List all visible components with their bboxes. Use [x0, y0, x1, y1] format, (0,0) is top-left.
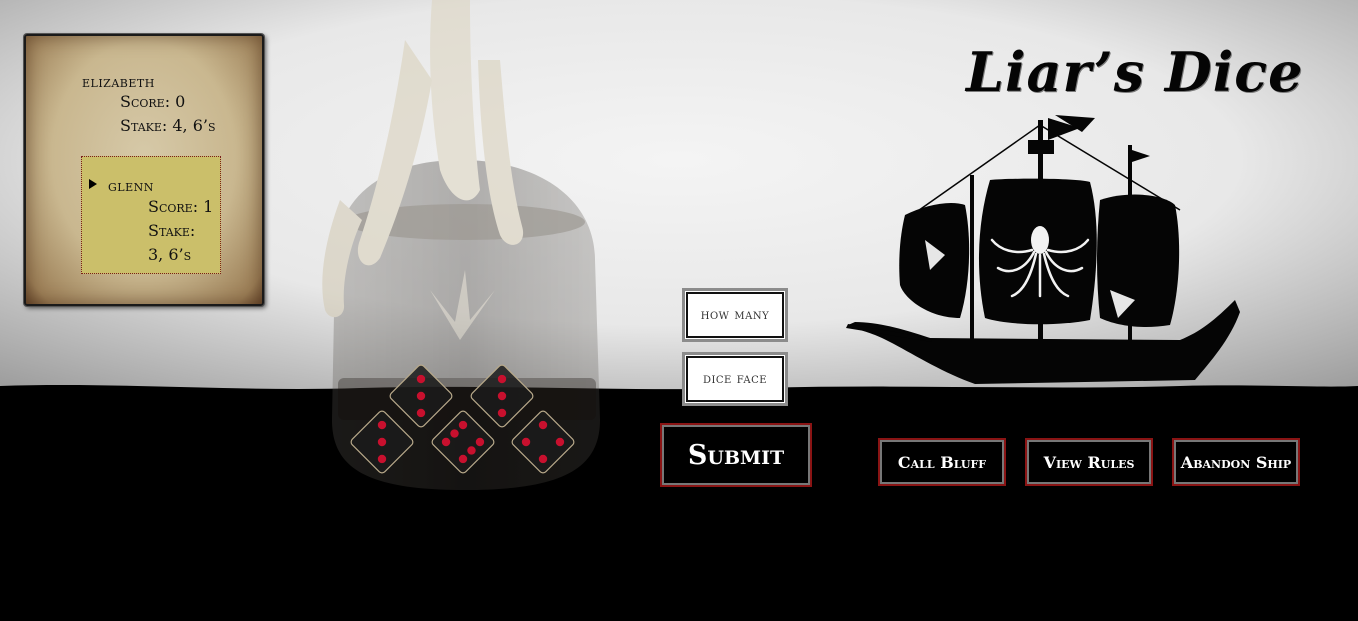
- player-name: elizabeth: [82, 73, 155, 91]
- player-entry-active: glenn Score: 1 Stake: 3, 6’s: [81, 156, 221, 274]
- call-bluff-button[interactable]: Call Bluff: [878, 438, 1006, 486]
- how-many-input[interactable]: [682, 288, 788, 342]
- player-name: glenn: [108, 177, 154, 195]
- player-score: Score: 0: [120, 92, 186, 111]
- player-stake: Stake: 4, 6’s: [120, 114, 216, 138]
- player-stake-label: Stake:: [120, 116, 168, 135]
- turn-arrow-icon: [89, 179, 97, 189]
- dice-face-input[interactable]: [682, 352, 788, 406]
- player-score: Score: 1: [148, 197, 214, 216]
- sea: [0, 385, 1358, 621]
- submit-button[interactable]: Submit: [660, 423, 812, 487]
- player-entry: elizabeth Score: 0 Stake: 4, 6’s: [82, 74, 216, 138]
- game-title: Liar’s Dice: [966, 40, 1304, 104]
- scoreboard-panel: elizabeth Score: 0 Stake: 4, 6’s glenn S…: [24, 34, 264, 306]
- view-rules-button[interactable]: View Rules: [1025, 438, 1153, 486]
- abandon-ship-button[interactable]: Abandon Ship: [1172, 438, 1300, 486]
- player-stake-label: Stake:: [148, 221, 196, 240]
- player-stake-value: 3, 6’s: [148, 245, 192, 264]
- player-stake-value: 4, 6’s: [172, 116, 216, 135]
